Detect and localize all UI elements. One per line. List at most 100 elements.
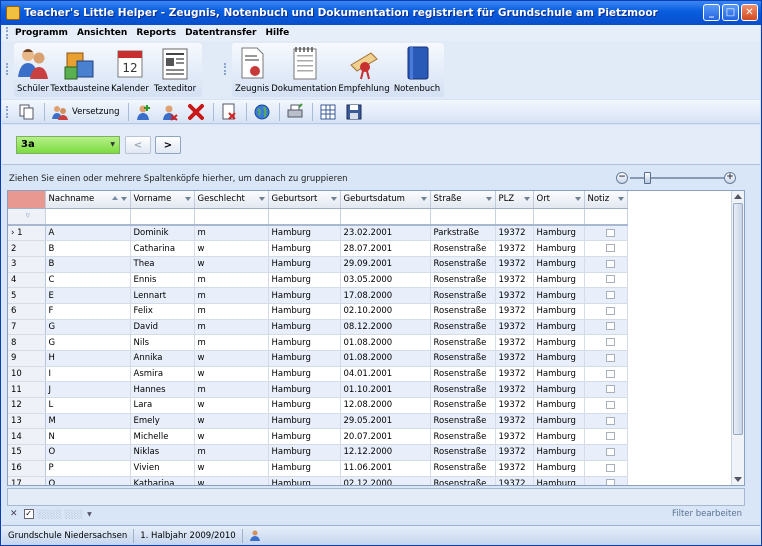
cell-geburtsdatum[interactable]: 01.08.2000 bbox=[340, 334, 431, 351]
filter-dropdown-icon[interactable]: ▼ bbox=[87, 511, 92, 518]
cell-geburtsdatum[interactable]: 11.06.2001 bbox=[340, 460, 431, 477]
col-header-plz[interactable]: PLZ bbox=[495, 191, 534, 209]
cell-strasse[interactable]: Parkstraße bbox=[430, 225, 496, 242]
cell-geburtsort[interactable]: Hamburg bbox=[268, 444, 341, 461]
cell-vorname[interactable]: Lara bbox=[130, 397, 195, 414]
filter-dropdown-icon[interactable] bbox=[258, 197, 265, 201]
cell-ort[interactable]: Hamburg bbox=[533, 240, 585, 257]
filter-cell-plz[interactable] bbox=[495, 208, 534, 226]
cell-plz[interactable]: 19372 bbox=[495, 334, 534, 351]
cell-geschlecht[interactable]: m bbox=[194, 444, 269, 461]
cell-geburtsort[interactable]: Hamburg bbox=[268, 272, 341, 289]
note-icon[interactable] bbox=[605, 275, 615, 284]
note-icon[interactable] bbox=[605, 400, 615, 409]
cell-geschlecht[interactable]: m bbox=[194, 303, 269, 320]
row-number[interactable]: 16 bbox=[8, 460, 46, 477]
save-button[interactable] bbox=[342, 102, 366, 122]
cell-plz[interactable]: 19372 bbox=[495, 272, 534, 289]
zeugnis-button[interactable]: Zeugnis bbox=[232, 43, 272, 97]
menu-hilfe[interactable]: Hilfe bbox=[265, 28, 289, 38]
filter-dropdown-icon[interactable] bbox=[120, 197, 127, 201]
filter-cell-geburtsort[interactable] bbox=[268, 208, 341, 226]
small-toolbar-grip[interactable] bbox=[6, 105, 9, 118]
row-number[interactable]: 14 bbox=[8, 428, 46, 446]
cell-vorname[interactable]: Annika bbox=[130, 350, 195, 367]
cell-nachname[interactable]: O bbox=[45, 444, 131, 461]
filter-cell-strasse[interactable] bbox=[430, 208, 496, 226]
cell-strasse[interactable]: Rosenstraße bbox=[430, 428, 496, 446]
cell-nachname[interactable]: F bbox=[45, 303, 131, 320]
grid-view-button[interactable] bbox=[316, 102, 340, 122]
menu-ansichten[interactable]: Ansichten bbox=[77, 28, 127, 38]
filter-cell-geschlecht[interactable] bbox=[194, 208, 269, 226]
cell-notiz[interactable] bbox=[584, 272, 628, 289]
cell-nachname[interactable]: E bbox=[45, 287, 131, 304]
cell-plz[interactable]: 19372 bbox=[495, 350, 534, 367]
cell-geburtsort[interactable]: Hamburg bbox=[268, 460, 341, 477]
cell-plz[interactable]: 19372 bbox=[495, 460, 534, 477]
cell-geschlecht[interactable]: w bbox=[194, 256, 269, 273]
cell-vorname[interactable]: Michelle bbox=[130, 428, 195, 446]
row-number[interactable]: 10 bbox=[8, 366, 46, 383]
cell-plz[interactable]: 19372 bbox=[495, 303, 534, 320]
cell-geburtsdatum[interactable]: 29.05.2001 bbox=[340, 413, 431, 430]
vertical-scrollbar[interactable] bbox=[731, 191, 744, 485]
cell-ort[interactable]: Hamburg bbox=[533, 287, 585, 304]
next-class-button[interactable]: > bbox=[155, 136, 181, 154]
zoom-in-button[interactable]: + bbox=[724, 172, 736, 184]
cell-ort[interactable]: Hamburg bbox=[533, 350, 585, 367]
col-header-notiz[interactable]: Notiz bbox=[584, 191, 628, 209]
cell-notiz[interactable] bbox=[584, 240, 628, 257]
cell-geschlecht[interactable]: w bbox=[194, 350, 269, 367]
cell-vorname[interactable]: Catharina bbox=[130, 240, 195, 257]
row-number[interactable]: 15 bbox=[8, 444, 46, 461]
note-icon[interactable] bbox=[605, 385, 615, 394]
table-row[interactable]: 6 F Felix m Hamburg 02.10.2000 Rosenstraße 1937… bbox=[8, 303, 628, 320]
title-bar[interactable]: Teacher's Little Helper - Zeugnis, Noten… bbox=[1, 1, 761, 25]
cell-vorname[interactable]: Vivien bbox=[130, 460, 195, 477]
close-button[interactable]: ✕ bbox=[741, 4, 758, 21]
cell-ort[interactable]: Hamburg bbox=[533, 476, 585, 485]
cell-ort[interactable]: Hamburg bbox=[533, 319, 585, 336]
cell-strasse[interactable]: Rosenstraße bbox=[430, 240, 496, 257]
cell-strasse[interactable]: Rosenstraße bbox=[430, 319, 496, 336]
cell-plz[interactable]: 19372 bbox=[495, 287, 534, 304]
filter-dropdown-icon[interactable] bbox=[523, 197, 530, 201]
cell-vorname[interactable]: Ennis bbox=[130, 272, 195, 289]
cell-vorname[interactable]: Lennart bbox=[130, 287, 195, 304]
texteditor-button[interactable]: Texteditor bbox=[152, 43, 198, 97]
cell-plz[interactable]: 19372 bbox=[495, 428, 534, 446]
cell-ort[interactable]: Hamburg bbox=[533, 225, 585, 242]
group-by-hint[interactable]: Ziehen Sie einen oder mehrere Spaltenköp… bbox=[9, 174, 348, 184]
scroll-up-icon[interactable] bbox=[734, 194, 742, 199]
schueler-button[interactable]: Schüler bbox=[14, 43, 52, 97]
cell-strasse[interactable]: Rosenstraße bbox=[430, 350, 496, 367]
cell-vorname[interactable]: David bbox=[130, 319, 195, 336]
cell-ort[interactable]: Hamburg bbox=[533, 397, 585, 414]
web-button[interactable] bbox=[250, 102, 274, 122]
table-row[interactable]: 8 G Nils m Hamburg 01.08.2000 Rosenstraße 19372… bbox=[8, 334, 628, 351]
cell-geschlecht[interactable]: m bbox=[194, 287, 269, 304]
cell-strasse[interactable]: Rosenstraße bbox=[430, 366, 496, 383]
cell-geschlecht[interactable]: m bbox=[194, 272, 269, 289]
cell-geschlecht[interactable]: m bbox=[194, 381, 269, 399]
cell-notiz[interactable] bbox=[584, 460, 628, 477]
cell-geburtsdatum[interactable]: 23.02.2001 bbox=[340, 225, 431, 242]
cell-ort[interactable]: Hamburg bbox=[533, 444, 585, 461]
filter-dropdown-icon[interactable] bbox=[330, 197, 337, 201]
cell-vorname[interactable]: Nils bbox=[130, 334, 195, 351]
cell-plz[interactable]: 19372 bbox=[495, 240, 534, 257]
cell-notiz[interactable] bbox=[584, 287, 628, 304]
cell-nachname[interactable]: M bbox=[45, 413, 131, 430]
class-select[interactable]: 3a ▼ bbox=[16, 136, 120, 154]
cell-strasse[interactable]: Rosenstraße bbox=[430, 381, 496, 399]
row-number[interactable]: 4 bbox=[8, 272, 46, 289]
versetzung-button[interactable]: Versetzung bbox=[48, 102, 123, 122]
filter-cell-vorname[interactable] bbox=[130, 208, 195, 226]
cell-notiz[interactable] bbox=[584, 303, 628, 320]
user-status-icon[interactable] bbox=[243, 529, 267, 543]
delete-button[interactable] bbox=[184, 102, 208, 122]
table-row[interactable]: 7 G David m Hamburg 08.12.2000 Rosenstraße 1937… bbox=[8, 319, 628, 336]
cell-notiz[interactable] bbox=[584, 444, 628, 461]
note-icon[interactable] bbox=[605, 369, 615, 378]
